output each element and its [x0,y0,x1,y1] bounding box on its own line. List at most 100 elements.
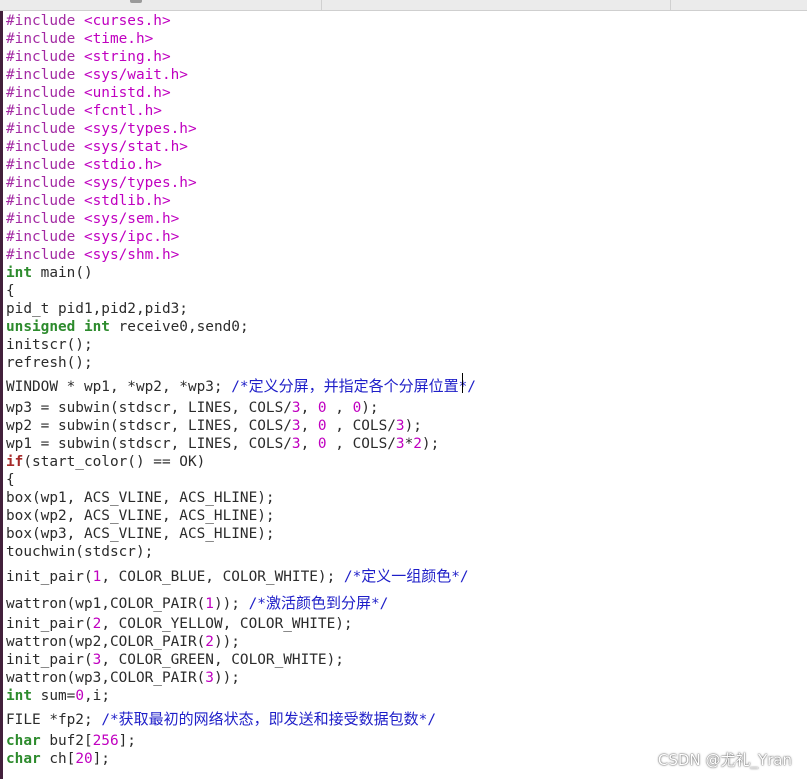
code-line[interactable]: wattron(wp3,COLOR_PAIR(3)); [6,669,240,687]
code-token: wp1 = subwin(stdscr, LINES, COLS/ [6,436,292,452]
code-token: box(wp1, ACS_VLINE, ACS_HLINE); [6,490,275,506]
code-editor[interactable]: #include <curses.h> #include <time.h> #inc… [6,11,807,779]
code-line[interactable]: touchwin(stdscr); [6,543,153,561]
code-token: wp3 = subwin(stdscr, LINES, COLS/ [6,400,292,416]
code-line[interactable]: #include <stdlib.h> [6,192,171,210]
code-line[interactable]: #include <sys/shm.h> [6,246,179,264]
code-line[interactable]: #include <time.h> [6,30,153,48]
code-line[interactable]: #include <sys/types.h> [6,174,197,192]
code-line[interactable]: wp2 = subwin(stdscr, LINES, COLS/3, 0 , … [6,417,422,435]
code-line[interactable]: wattron(wp1,COLOR_PAIR(1)); /*激活颜色到分屏*/ [6,594,388,612]
code-token: #include [6,103,84,119]
code-token: receive0,send0; [109,319,249,335]
code-line[interactable]: #include <sys/stat.h> [6,138,188,156]
code-token: #include [6,211,84,227]
code-token: #include [6,121,84,137]
code-token: ]; [92,751,110,767]
editor-tab-bar [0,0,807,11]
code-token: touchwin(stdscr); [6,544,154,560]
code-token: wattron(wp2,COLOR_PAIR( [6,634,206,650]
code-token: 0 [75,688,84,704]
code-line[interactable]: init_pair(2, COLOR_YELLOW, COLOR_WHITE); [6,615,353,633]
code-token: /* [248,596,266,612]
code-token: 定义一组颜色 [361,567,452,585]
code-token: 0 [352,400,362,416]
code-token: #include [6,229,84,245]
code-line[interactable]: #include <unistd.h> [6,84,171,102]
code-token: int [6,688,32,704]
code-token: WINDOW * wp1, *wp2, *wp3; [6,379,232,395]
code-line[interactable]: init_pair(3, COLOR_GREEN, COLOR_WHITE); [6,651,344,669]
code-token: , [326,400,353,416]
editor-tab-1[interactable] [0,0,320,10]
code-line[interactable]: init_pair(1, COLOR_BLUE, COLOR_WHITE); /… [6,567,469,585]
code-token: #include [6,13,84,29]
code-line[interactable]: { [6,471,15,489]
code-token: sum= [32,688,76,704]
code-line[interactable]: { [6,282,15,300]
code-token: refresh(); [6,355,93,371]
code-token: * [404,436,414,452]
code-token: */ [418,712,436,728]
code-token: ,i; [84,688,110,704]
code-token: , [300,436,318,452]
code-line[interactable]: #include <sys/types.h> [6,120,197,138]
code-token: #include [6,157,84,173]
code-line[interactable]: #include <stdio.h> [6,156,162,174]
code-token: <sys/types.h> [83,121,197,137]
code-token: wattron(wp3,COLOR_PAIR( [6,670,206,686]
code-line[interactable]: wp3 = subwin(stdscr, LINES, COLS/3, 0 , … [6,399,379,417]
code-token: 获取最初的网络状态，即发送和接受数据包数 [118,710,419,728]
editor-tab-2[interactable] [321,0,670,10]
code-token: 3 [291,418,301,434]
editor-tab-3[interactable] [670,0,807,10]
code-token: wattron(wp1,COLOR_PAIR( [6,596,206,612]
code-line[interactable]: wp1 = subwin(stdscr, LINES, COLS/3, 0 , … [6,435,439,453]
code-line[interactable]: int main() [6,264,93,282]
code-line[interactable]: #include <string.h> [6,48,171,66]
code-line[interactable]: #include <curses.h> [6,12,171,30]
code-token: #include [6,175,84,191]
code-line[interactable]: unsigned int receive0,send0; [6,318,249,336]
code-token: <stdlib.h> [83,193,171,209]
code-token: 1 [92,569,102,585]
code-line[interactable]: WINDOW * wp1, *wp2, *wp3; /*定义分屏，并指定各个分屏… [6,377,476,395]
code-token: /* [343,569,362,585]
code-line[interactable]: int sum=0,i; [6,687,110,705]
code-token: #include [6,85,84,101]
code-token: init_pair( [6,569,93,585]
tab-close-icon[interactable] [130,0,142,3]
code-token: 256 [92,733,119,749]
code-token: 定义分屏，并指定各个分屏位置 [248,377,459,395]
code-token: , COLS/ [326,418,396,434]
code-line[interactable]: char buf2[256]; [6,732,136,750]
code-line[interactable]: FILE *fp2; /*获取最初的网络状态，即发送和接受数据包数*/ [6,710,436,728]
code-line[interactable]: refresh(); [6,354,93,372]
code-token: <stdio.h> [83,157,162,173]
code-token: ); [404,418,422,434]
code-line[interactable]: #include <sys/ipc.h> [6,228,179,246]
code-token: /* [101,712,119,728]
code-line[interactable]: #include <sys/wait.h> [6,66,188,84]
code-token: , COLS/ [326,436,396,452]
watermark: CSDN @尤礼_Yran [657,751,792,769]
code-line[interactable]: if(start_color() == OK) [6,453,205,471]
code-line[interactable]: box(wp3, ACS_VLINE, ACS_HLINE); [6,525,275,543]
code-line[interactable]: box(wp1, ACS_VLINE, ACS_HLINE); [6,489,275,507]
code-line[interactable]: pid_t pid1,pid2,pid3; [6,300,188,318]
code-line[interactable]: initscr(); [6,336,93,354]
code-line[interactable]: #include <sys/sem.h> [6,210,179,228]
code-line[interactable]: wattron(wp2,COLOR_PAIR(2)); [6,633,240,651]
code-line[interactable]: #include <fcntl.h> [6,102,162,120]
code-token: buf2[ [40,733,93,749]
code-token: 2 [413,436,422,452]
code-token: #include [6,31,84,47]
code-line[interactable]: char ch[20]; [6,750,110,768]
code-token: */ [451,569,469,585]
code-line[interactable]: box(wp2, ACS_VLINE, ACS_HLINE); [6,507,275,525]
code-token: main() [32,265,93,281]
code-token: ch[ [40,751,76,767]
code-token: initscr(); [6,337,93,353]
code-token: int [83,319,110,335]
